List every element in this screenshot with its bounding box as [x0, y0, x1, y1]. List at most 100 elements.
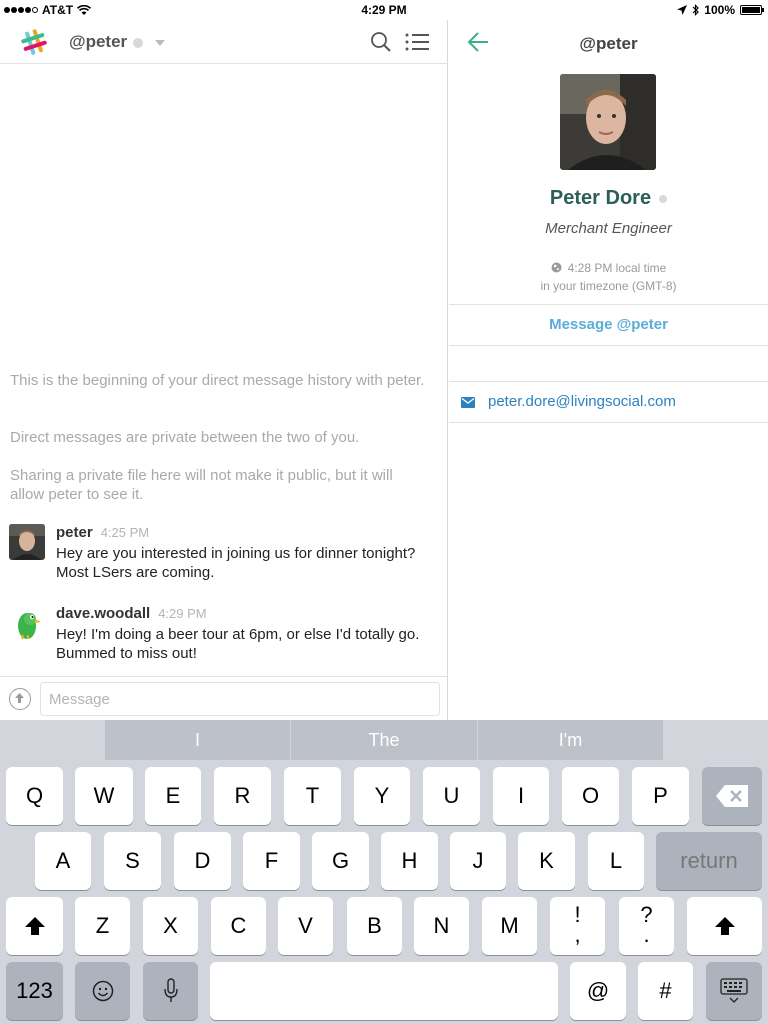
- message-list[interactable]: This is the beginning of your direct mes…: [0, 64, 447, 676]
- local-time: 4:28 PM local time: [449, 261, 768, 275]
- key-question-period[interactable]: ? .: [619, 897, 674, 955]
- divider: [449, 345, 768, 346]
- key-i[interactable]: I: [493, 767, 549, 825]
- clock: 4:29 PM: [361, 3, 407, 17]
- key-g[interactable]: G: [312, 832, 369, 890]
- battery-icon: [740, 5, 764, 15]
- search-icon[interactable]: [370, 31, 392, 53]
- key-v[interactable]: V: [278, 897, 333, 955]
- message-author[interactable]: peter: [56, 524, 93, 541]
- onscreen-keyboard: I The I'm Q W E R T Y U I O P A S D F G …: [0, 720, 768, 1024]
- timezone-text: in your timezone (GMT-8): [540, 279, 677, 293]
- key-exclaim-comma[interactable]: ! ,: [550, 897, 605, 955]
- upload-button[interactable]: [9, 688, 31, 710]
- shift-key-right[interactable]: [687, 897, 762, 955]
- key-y[interactable]: Y: [354, 767, 410, 825]
- divider: [449, 304, 768, 305]
- key-d[interactable]: D: [174, 832, 231, 890]
- message-text: Hey are you interested in joining us for…: [56, 545, 416, 581]
- menu-list-icon[interactable]: [404, 31, 430, 53]
- shift-icon: [714, 917, 735, 935]
- key-hash[interactable]: #: [638, 962, 693, 1020]
- key-s[interactable]: S: [104, 832, 161, 890]
- profile-pane: @peter Peter Dore Merchant Engineer 4:28…: [449, 20, 768, 720]
- key-b[interactable]: B: [347, 897, 402, 955]
- key-a[interactable]: A: [35, 832, 91, 890]
- intro-text-history: This is the beginning of your direct mes…: [10, 372, 425, 389]
- key-x[interactable]: X: [143, 897, 198, 955]
- key-t[interactable]: T: [284, 767, 341, 825]
- key-m[interactable]: M: [482, 897, 537, 955]
- emoji-key[interactable]: [75, 962, 130, 1020]
- return-key[interactable]: return: [656, 832, 762, 890]
- message-input[interactable]: [40, 682, 440, 716]
- intro-text-private: Direct messages are private between the …: [10, 429, 360, 446]
- backspace-icon: [716, 785, 748, 807]
- key-u[interactable]: U: [423, 767, 480, 825]
- space-key[interactable]: [210, 962, 558, 1020]
- presence-indicator: [659, 194, 668, 203]
- key-c[interactable]: C: [211, 897, 266, 955]
- numbers-key[interactable]: 123: [6, 962, 63, 1020]
- email-link[interactable]: peter.dore@livingsocial.com: [488, 393, 676, 410]
- profile-header: @peter: [449, 20, 768, 64]
- dictation-key[interactable]: [143, 962, 198, 1020]
- conversation-pane: @peter This is the beginning of your dir…: [0, 20, 448, 720]
- key-r[interactable]: R: [214, 767, 271, 825]
- slack-logo-icon[interactable]: [20, 28, 48, 56]
- key-w[interactable]: W: [75, 767, 133, 825]
- arrow-up-icon: [15, 693, 24, 703]
- shift-key-left[interactable]: [6, 897, 63, 955]
- dismiss-keyboard-key[interactable]: [706, 962, 762, 1020]
- key-q[interactable]: Q: [6, 767, 63, 825]
- location-icon: [677, 5, 688, 15]
- profile-photo[interactable]: [560, 74, 656, 170]
- globe-icon: [551, 262, 562, 273]
- key-at[interactable]: @: [570, 962, 626, 1020]
- microphone-icon: [163, 978, 178, 1002]
- channel-title[interactable]: @peter: [69, 32, 127, 52]
- intro-text-files: Sharing a private file here will not mak…: [10, 467, 393, 503]
- bluetooth-icon: [692, 4, 700, 16]
- profile-name-text: Peter Dore: [549, 187, 652, 209]
- battery-percent: 100%: [704, 3, 735, 17]
- message-author[interactable]: dave.woodall: [56, 605, 150, 622]
- keyboard-hide-icon: [720, 978, 748, 1003]
- conversation-header: @peter: [0, 20, 448, 64]
- key-k[interactable]: K: [518, 832, 575, 890]
- key-e[interactable]: E: [145, 767, 201, 825]
- mail-icon: [461, 397, 475, 408]
- key-o[interactable]: O: [562, 767, 619, 825]
- suggestion-bar: I The I'm: [105, 720, 663, 760]
- message-user-button[interactable]: Message @peter: [449, 316, 768, 333]
- emoji-icon: [92, 980, 113, 1002]
- local-time-text: 4:28 PM local time: [567, 261, 667, 275]
- message-timestamp: 4:25 PM: [100, 525, 150, 540]
- profile-role: Merchant Engineer: [545, 220, 672, 237]
- status-bar: AT&T 4:29 PM 100%: [0, 0, 768, 20]
- message-timestamp: 4:29 PM: [158, 606, 207, 621]
- avatar[interactable]: [9, 605, 45, 641]
- shift-icon: [24, 917, 45, 935]
- suggestion-2[interactable]: The: [291, 720, 477, 760]
- key-bottom-char: .: [643, 922, 650, 947]
- message-composer: [0, 676, 447, 720]
- key-l[interactable]: L: [588, 832, 644, 890]
- key-h[interactable]: H: [381, 832, 438, 890]
- message-text: Hey! I'm doing a beer tour at 6pm, or el…: [56, 626, 420, 662]
- delete-key[interactable]: [702, 767, 762, 825]
- presence-indicator: [133, 38, 143, 48]
- key-z[interactable]: Z: [75, 897, 130, 955]
- avatar[interactable]: [9, 524, 45, 560]
- key-p[interactable]: P: [632, 767, 689, 825]
- key-n[interactable]: N: [414, 897, 469, 955]
- key-f[interactable]: F: [243, 832, 300, 890]
- profile-name: Peter Dore: [449, 187, 768, 210]
- key-j[interactable]: J: [450, 832, 506, 890]
- divider: [449, 422, 768, 423]
- key-bottom-char: ,: [574, 922, 581, 947]
- chevron-down-icon[interactable]: [155, 40, 165, 46]
- suggestion-3[interactable]: I'm: [478, 720, 663, 760]
- email-row[interactable]: peter.dore@livingsocial.com: [449, 382, 768, 422]
- suggestion-1[interactable]: I: [105, 720, 290, 760]
